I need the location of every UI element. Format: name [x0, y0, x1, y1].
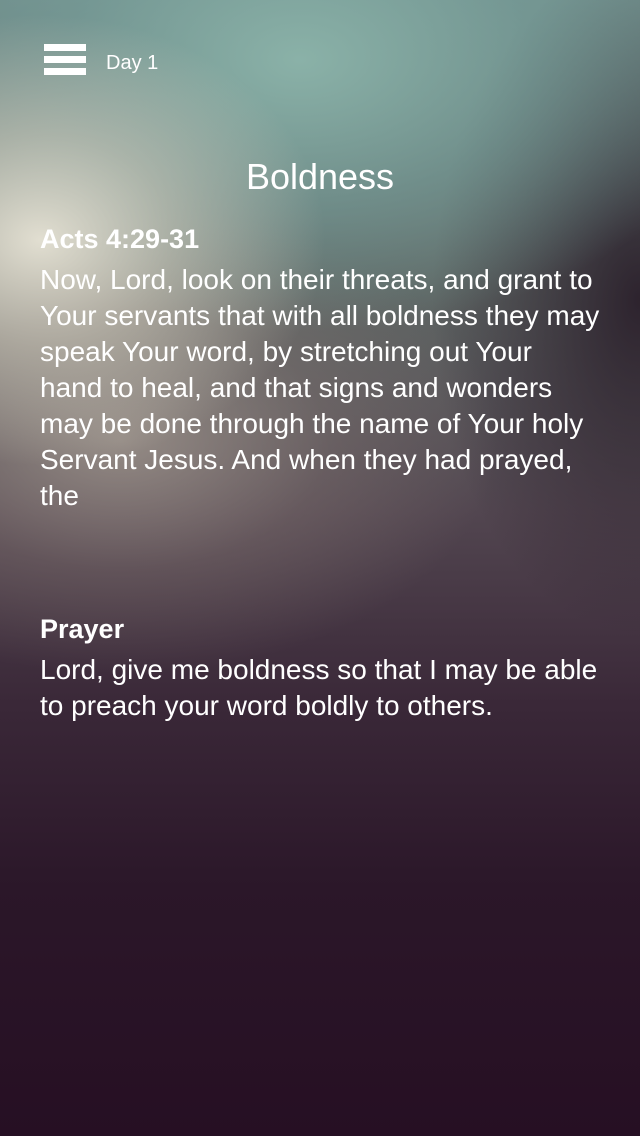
menu-bar-middle	[44, 56, 86, 63]
prayer-text: Lord, give me boldness so that I may be …	[40, 654, 598, 721]
prayer-heading: Prayer	[40, 614, 125, 644]
page-title: Boldness	[245, 156, 395, 198]
menu-bar-bottom	[44, 68, 86, 75]
menu-bar-top	[44, 44, 86, 51]
scripture-text: Now, Lord, look on their threats, and gr…	[40, 264, 600, 511]
prayer-section: Prayer Lord, give me boldness so that I …	[40, 612, 600, 724]
day-label: Day 1	[106, 52, 159, 74]
scripture-section[interactable]: Acts 4:29-31 Now, Lord, look on their th…	[40, 222, 600, 522]
hamburger-menu-icon[interactable]	[44, 44, 86, 80]
scripture-reference: Acts 4:29-31	[40, 224, 200, 254]
